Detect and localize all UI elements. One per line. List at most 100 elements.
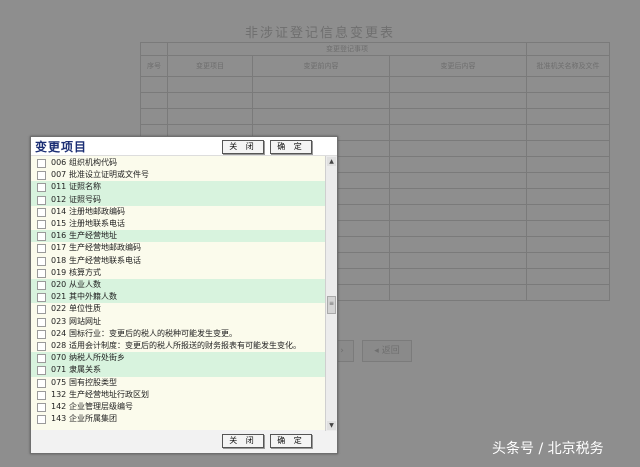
item-name: 从业人数 <box>69 280 101 289</box>
item-checkbox[interactable] <box>37 171 46 181</box>
list-item[interactable]: 023 网站网址 <box>31 316 325 328</box>
item-code: 011 <box>51 182 67 192</box>
list-item[interactable]: 018 生产经营地联系电话 <box>31 255 325 267</box>
item-checkbox[interactable] <box>37 390 46 400</box>
ok-button-top[interactable]: 确 定 <box>270 140 312 154</box>
item-checkbox[interactable] <box>37 403 46 412</box>
list-item[interactable]: 028 适用会计制度：变更后的税人所报送的财务报表有可能发生变化。 <box>31 340 325 352</box>
list-item[interactable]: 142 企业管理层级编号 <box>31 401 325 413</box>
form-title: 非涉证登记信息变更表 <box>244 26 395 41</box>
item-code: 070 <box>51 353 67 363</box>
item-code: 143 <box>51 414 67 424</box>
change-item-list: 006 组织机构代码 007 批准设立证明或文件号 011 证照名称 012 证照号码 014 注… <box>31 156 325 430</box>
item-name: 国有控股类型 <box>69 377 117 387</box>
scroll-down-arrow-icon[interactable]: ▼ <box>327 421 336 430</box>
item-name: 证照号码 <box>69 194 101 204</box>
item-name: 组织机构代码 <box>69 158 117 167</box>
item-name: 网站网址 <box>69 316 101 326</box>
list-item[interactable]: 017 生产经营地邮政编码 <box>31 242 325 254</box>
list-item[interactable]: 075 国有控股类型 <box>31 377 325 389</box>
item-name: 注册地邮政编码 <box>69 206 125 216</box>
item-code: 071 <box>51 365 67 375</box>
list-item[interactable]: 070 纳税人所处街乡 <box>31 352 325 365</box>
item-name: 隶属关系 <box>69 365 101 375</box>
list-item[interactable]: 014 注册地邮政编码 <box>31 206 325 218</box>
list-item[interactable]: 132 生产经营地址行政区划 <box>31 389 325 401</box>
ok-button-bottom[interactable]: 确 定 <box>270 434 312 448</box>
item-code: 021 <box>51 292 67 302</box>
return-arrow-icon: ◂ <box>374 346 382 356</box>
item-checkbox[interactable] <box>37 415 46 425</box>
item-name: 生产经营地联系电话 <box>69 255 141 265</box>
item-checkbox[interactable] <box>37 317 46 327</box>
item-checkbox[interactable] <box>37 256 46 266</box>
item-name: 企业所属集团 <box>69 414 117 424</box>
item-checkbox[interactable] <box>37 366 46 376</box>
item-code: 018 <box>51 255 67 265</box>
list-item[interactable]: 021 其中外籍人数 <box>31 291 325 304</box>
item-checkbox[interactable] <box>37 378 46 388</box>
item-checkbox[interactable] <box>37 329 46 339</box>
list-item[interactable]: 016 生产经营地址 <box>31 230 325 243</box>
item-checkbox[interactable] <box>37 232 46 242</box>
item-checkbox[interactable] <box>37 354 46 364</box>
col-header-before: 变更前内容 <box>252 55 390 77</box>
item-code: 017 <box>51 243 67 253</box>
col-header-item: 变更项目 <box>167 55 253 77</box>
scroll-up-arrow-icon[interactable]: ▲ <box>327 157 336 166</box>
col-header-approval: 批准机关名称及文件 <box>526 55 610 77</box>
list-item[interactable]: 006 组织机构代码 <box>31 157 325 169</box>
item-checkbox[interactable] <box>37 159 46 168</box>
col-header-after: 变更后内容 <box>389 55 527 77</box>
item-code: 015 <box>51 219 67 228</box>
item-name: 核算方式 <box>69 267 101 277</box>
item-code: 024 <box>51 328 67 338</box>
item-checkbox[interactable] <box>37 244 46 254</box>
item-checkbox[interactable] <box>37 183 46 193</box>
item-name: 企业管理层级编号 <box>69 402 133 411</box>
item-code: 006 <box>51 158 67 167</box>
list-item[interactable]: 012 证照号码 <box>31 193 325 206</box>
item-code: 132 <box>51 389 67 399</box>
item-checkbox[interactable] <box>37 207 46 217</box>
item-name: 批准设立证明或文件号 <box>69 170 149 180</box>
item-code: 019 <box>51 267 67 277</box>
item-name: 适用会计制度：变更后的税人所报送的财务报表有可能发生变化。 <box>69 341 301 350</box>
item-name: 其中外籍人数 <box>69 292 117 302</box>
item-name: 国标行业：变更后的税人的税种可能发生变更。 <box>69 328 237 338</box>
list-item[interactable]: 020 从业人数 <box>31 279 325 292</box>
list-item[interactable]: 143 企业所属集团 <box>31 413 325 425</box>
dialog-title: 变更项目 <box>35 140 88 154</box>
item-checkbox[interactable] <box>37 342 46 351</box>
background-return-button: ◂ 返回 <box>362 340 412 362</box>
item-code: 028 <box>51 341 67 350</box>
item-name: 生产经营地址 <box>69 231 117 241</box>
table-group-header: 变更登记事项 <box>167 42 527 56</box>
item-checkbox[interactable] <box>37 195 46 205</box>
scroll-thumb[interactable]: ≡ <box>327 296 336 314</box>
list-item[interactable]: 022 单位性质 <box>31 303 325 315</box>
list-scrollbar[interactable]: ▲ ≡ ▼ <box>325 156 337 431</box>
item-checkbox[interactable] <box>37 281 46 290</box>
item-checkbox[interactable] <box>37 220 46 229</box>
item-code: 142 <box>51 402 67 411</box>
list-item[interactable]: 071 隶属关系 <box>31 364 325 377</box>
watermark: 头条号 / 北京税务 <box>492 441 604 457</box>
item-name: 生产经营地址行政区划 <box>69 389 149 399</box>
close-button-bottom[interactable]: 关 闭 <box>222 434 264 448</box>
item-checkbox[interactable] <box>37 268 46 278</box>
col-header-index: 序号 <box>140 55 168 77</box>
item-name: 生产经营地邮政编码 <box>69 243 141 253</box>
item-name: 单位性质 <box>69 304 101 314</box>
close-button-top[interactable]: 关 闭 <box>222 140 264 154</box>
background-return-label: 返回 <box>381 346 400 356</box>
list-item[interactable]: 019 核算方式 <box>31 267 325 279</box>
item-name: 证照名称 <box>69 182 101 192</box>
list-item[interactable]: 015 注册地联系电话 <box>31 218 325 230</box>
item-checkbox[interactable] <box>37 293 46 303</box>
list-item[interactable]: 011 证照名称 <box>31 181 325 194</box>
list-item[interactable]: 024 国标行业：变更后的税人的税种可能发生变更。 <box>31 328 325 340</box>
list-item[interactable]: 007 批准设立证明或文件号 <box>31 169 325 181</box>
item-checkbox[interactable] <box>37 305 46 315</box>
item-code: 075 <box>51 377 67 387</box>
